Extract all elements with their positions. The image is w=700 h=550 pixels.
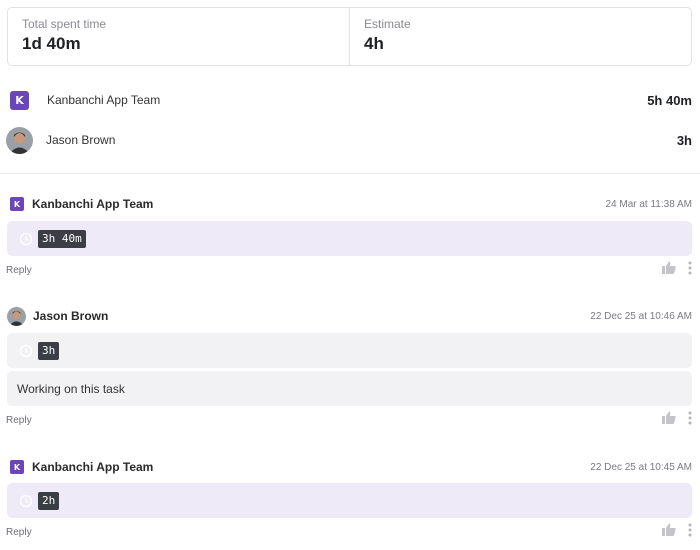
comment-bubble: 2h: [7, 483, 692, 518]
kanbanchi-logo-icon: K: [10, 460, 24, 474]
time-chip: 2h: [38, 491, 60, 510]
spent-time-label: Total spent time: [22, 17, 107, 31]
comment-header: K Kanbanchi App Team 24 Mar at 11:38 AM: [6, 194, 692, 214]
estimate-value: 4h: [364, 34, 384, 53]
comment-author: Kanbanchi App Team: [32, 460, 154, 474]
participant-time: 3h: [676, 132, 692, 148]
reply-button[interactable]: Reply: [6, 527, 32, 538]
participant-row: Jason Brown 3h: [6, 126, 692, 154]
comment-bubble: 3h 40m: [7, 221, 692, 256]
comment-date: 24 Mar at 11:38 AM: [605, 198, 692, 210]
more-vertical-icon[interactable]: [688, 261, 692, 280]
participant-name: Kanbanchi App Team: [47, 93, 161, 107]
more-vertical-icon[interactable]: [688, 523, 692, 542]
thumbs-up-icon[interactable]: [662, 523, 676, 541]
comment-footer: Reply: [6, 261, 692, 279]
comment-actions: [662, 411, 692, 430]
spent-time-value: 1d 40m: [22, 34, 81, 53]
comment-footer: Reply: [6, 411, 692, 429]
time-chip: 3h 40m: [38, 229, 86, 248]
participant-name: Jason Brown: [46, 133, 116, 147]
spent-time-cell: Total spent time 1d 40m: [8, 8, 349, 65]
clock-icon: [19, 494, 33, 508]
clock-icon: [19, 232, 33, 246]
comment-header: K Kanbanchi App Team 22 Dec 25 at 10:45 …: [6, 457, 692, 477]
kanbanchi-logo-icon: K: [10, 90, 29, 110]
time-summary: Total spent time 1d 40m Estimate 4h: [7, 7, 692, 66]
participant-row: K Kanbanchi App Team 5h 40m: [6, 86, 692, 114]
comment-author: Jason Brown: [33, 309, 109, 323]
comment-footer: Reply: [6, 523, 692, 541]
comment-text-bubble: Working on this task: [7, 371, 692, 406]
divider: [0, 173, 700, 174]
comment-actions: [662, 261, 692, 280]
avatar: [7, 306, 26, 326]
kanbanchi-logo-icon: K: [10, 197, 24, 211]
comment-bubble: 3h: [7, 333, 692, 368]
thumbs-up-icon[interactable]: [662, 411, 676, 429]
comment-date: 22 Dec 25 at 10:46 AM: [590, 310, 692, 322]
more-vertical-icon[interactable]: [688, 411, 692, 430]
comment-header: Jason Brown 22 Dec 25 at 10:46 AM: [6, 306, 692, 326]
estimate-cell[interactable]: Estimate 4h: [349, 8, 691, 65]
clock-icon: [19, 344, 33, 358]
comment-actions: [662, 523, 692, 542]
comment-author: Kanbanchi App Team: [32, 197, 154, 211]
avatar: [6, 126, 33, 154]
comment-text: Working on this task: [17, 381, 125, 396]
comment-date: 22 Dec 25 at 10:45 AM: [590, 461, 692, 473]
estimate-label: Estimate: [364, 17, 411, 31]
time-chip: 3h: [38, 341, 60, 360]
thumbs-up-icon[interactable]: [662, 261, 676, 279]
participant-time: 5h 40m: [647, 92, 692, 108]
reply-button[interactable]: Reply: [6, 265, 32, 276]
reply-button[interactable]: Reply: [6, 415, 32, 426]
